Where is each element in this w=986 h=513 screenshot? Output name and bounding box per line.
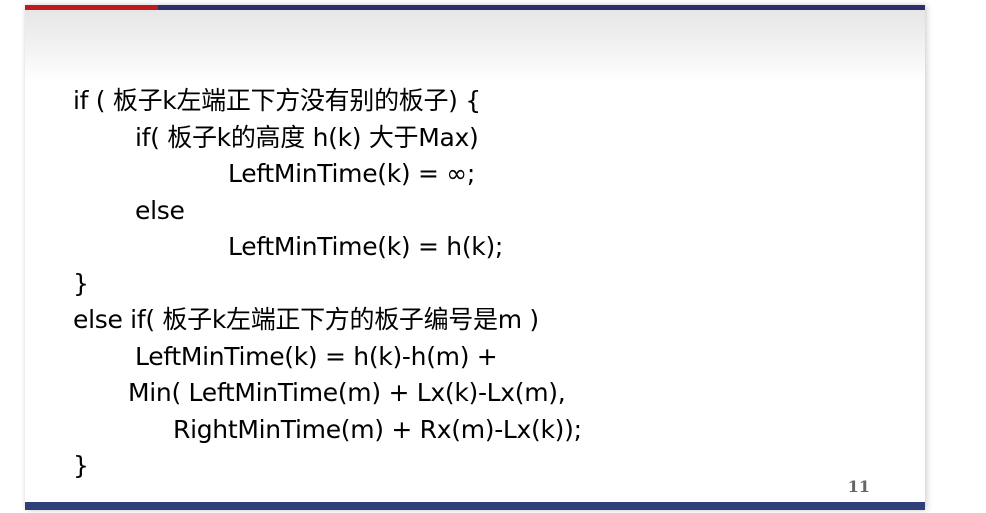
code-line: LeftMinTime(k) = h(k)-h(m) + [135, 341, 498, 371]
code-line: } [73, 268, 89, 298]
code-line: LeftMinTime(k) = h(k); [228, 232, 504, 261]
pseudocode-block: if ( 板子k左端正下方没有别的板子) { if( 板子k的高度 h(k) 大… [73, 83, 582, 485]
bottom-accent-bar [25, 502, 925, 510]
slide-header-band [25, 10, 925, 82]
code-line: LeftMinTime(k) = ∞; [228, 159, 475, 188]
code-line: if( 板子k的高度 h(k) 大于Max) [135, 122, 479, 152]
code-line: if ( 板子k左端正下方没有别的板子) { [73, 86, 481, 115]
page-number: 11 [847, 477, 870, 496]
code-line: RightMinTime(m) + Rx(m)-Lx(k)); [173, 414, 582, 444]
code-line: } [73, 451, 89, 480]
code-line: Min( LeftMinTime(m) + Lx(k)-Lx(m), [128, 378, 566, 407]
code-line: else if( 板子k左端正下方的板子编号是m ) [73, 305, 539, 334]
code-line: else [135, 195, 185, 225]
slide: if ( 板子k左端正下方没有别的板子) { if( 板子k的高度 h(k) 大… [25, 5, 925, 510]
